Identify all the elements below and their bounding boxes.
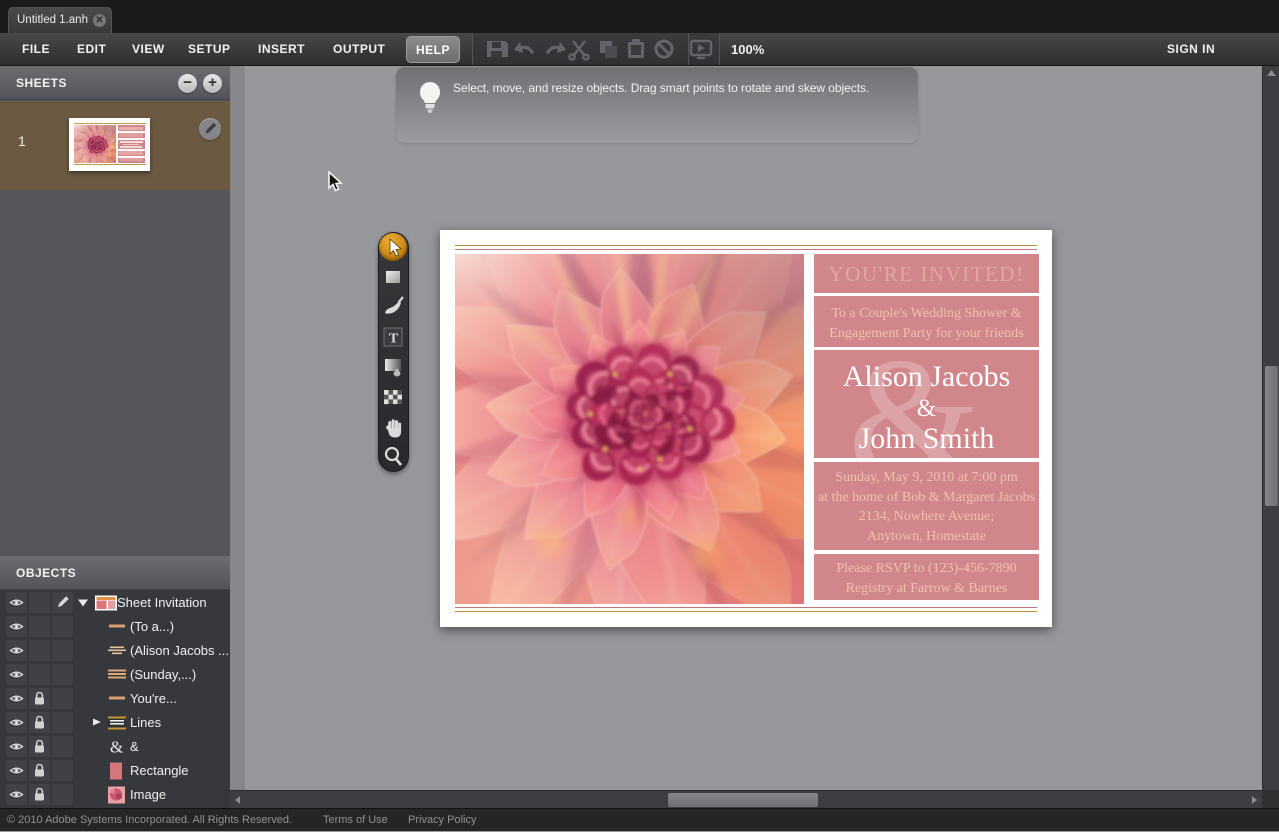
svg-text:T: T <box>389 332 399 347</box>
svg-text:&: & <box>110 738 123 757</box>
